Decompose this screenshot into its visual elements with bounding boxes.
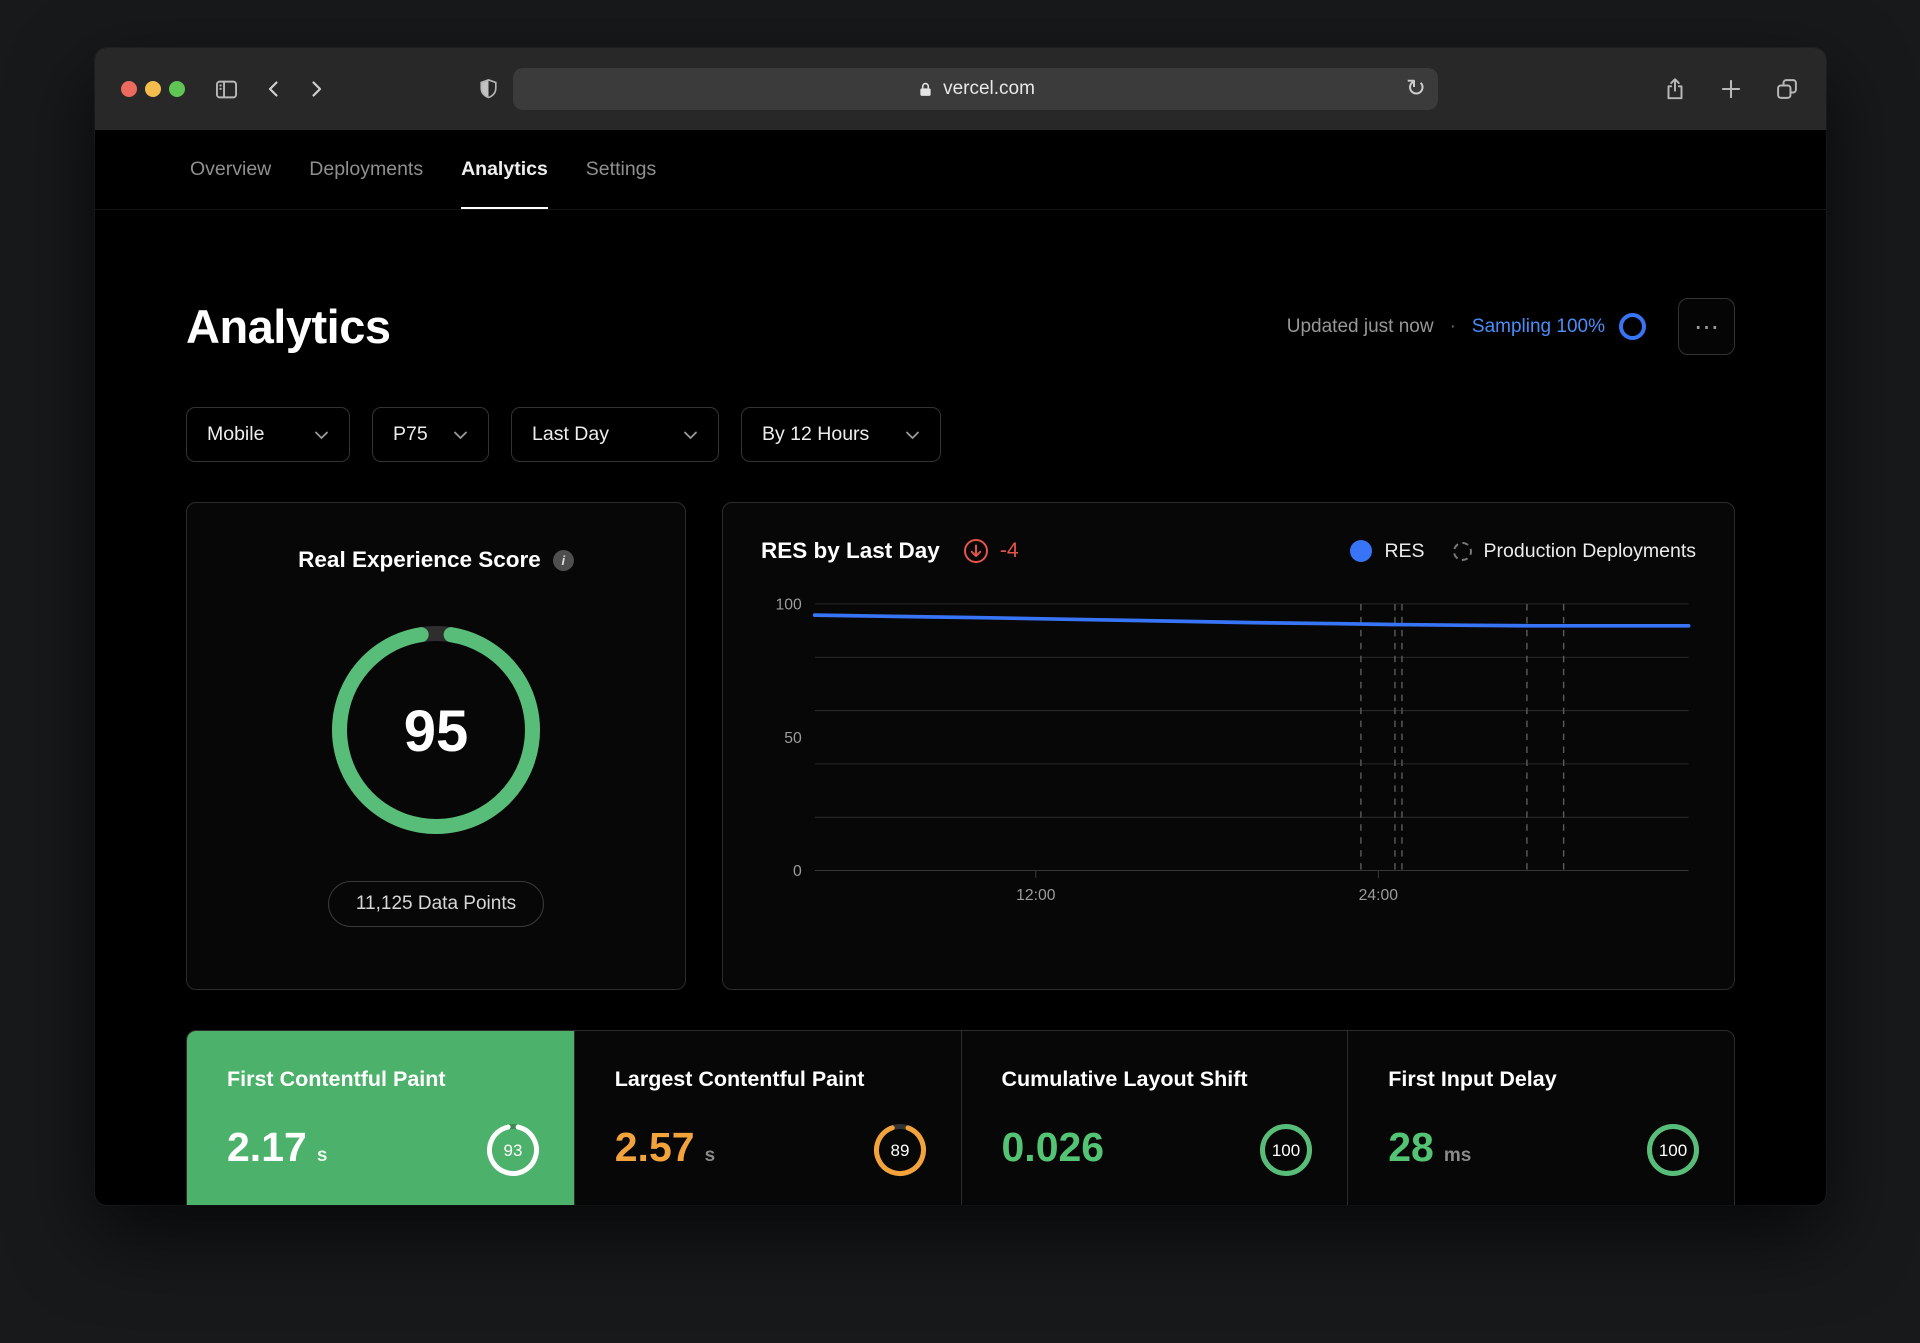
svg-text:89: 89 [890, 1141, 909, 1160]
time-range-dropdown[interactable]: Last Day [511, 407, 719, 462]
chevron-down-icon [684, 431, 697, 439]
score-ring-icon: 93 [486, 1124, 539, 1176]
chrome-right-icons [1662, 76, 1800, 102]
svg-text:100: 100 [1272, 1141, 1300, 1160]
svg-text:95: 95 [404, 699, 469, 764]
back-icon[interactable] [262, 77, 286, 101]
chart-legend: RES Production Deployments [1350, 540, 1696, 563]
legend-item-deployments[interactable]: Production Deployments [1452, 540, 1696, 563]
page-title: Analytics [186, 300, 391, 353]
metric-value: 0.026 [1001, 1124, 1105, 1170]
chevron-down-icon [315, 431, 328, 439]
reload-icon[interactable]: ↻ [1406, 68, 1426, 110]
res-line-chart: 0 50 100 12:00 24:00 [776, 597, 1691, 904]
res-chart-card: RES by Last Day -4 RES Production Deploy… [722, 502, 1735, 990]
svg-text:12:00: 12:00 [1016, 887, 1056, 904]
sidebar-toggle-icon[interactable] [213, 76, 240, 103]
chart-header: RES by Last Day -4 RES Production Deploy… [761, 537, 1696, 565]
tab-overview-icon[interactable] [1774, 76, 1800, 102]
tab-overview[interactable]: Overview [190, 130, 271, 209]
res-score-gauge: 95 [331, 625, 541, 835]
grouping-dropdown[interactable]: By 12 Hours [741, 407, 941, 462]
time-range-dropdown-value: Last Day [532, 423, 609, 445]
score-ring-icon: 100 [1260, 1124, 1313, 1176]
tab-analytics[interactable]: Analytics [461, 130, 548, 209]
svg-text:100: 100 [776, 597, 802, 614]
sampling-link[interactable]: Sampling 100% [1472, 316, 1605, 338]
metric-card-largest-contentful-paint[interactable]: Largest Contentful Paint 2.57 s 89 [573, 1031, 961, 1205]
svg-text:93: 93 [503, 1141, 522, 1160]
privacy-shield-icon[interactable] [476, 77, 501, 102]
web-vitals-row: First Contentful Paint 2.17 s 93 Largest… [186, 1030, 1735, 1205]
site-navbar: Overview Deployments Analytics Settings [95, 130, 1826, 210]
metric-value: 2.57 [614, 1124, 695, 1170]
data-points-badge: 11,125 Data Points [327, 881, 545, 927]
address-bar[interactable]: vercel.com ↻ [513, 68, 1438, 110]
sampling-indicator-icon [1619, 313, 1646, 340]
deployments-dashed-circle-icon [1452, 541, 1472, 561]
res-delta-value: -4 [999, 539, 1019, 562]
minimize-window-button[interactable] [145, 81, 161, 97]
res-series-dot-icon [1350, 540, 1373, 562]
trend-down-icon [962, 537, 990, 565]
info-icon[interactable]: i [552, 549, 574, 571]
url-text: vercel.com [943, 78, 1035, 99]
metric-value: 28 [1388, 1124, 1434, 1170]
metric-value: 2.17 [227, 1124, 307, 1170]
percentile-dropdown[interactable]: P75 [372, 407, 489, 462]
percentile-dropdown-value: P75 [393, 423, 428, 445]
score-ring-icon: 89 [873, 1124, 926, 1176]
close-window-button[interactable] [121, 81, 137, 97]
metric-card-first-contentful-paint[interactable]: First Contentful Paint 2.17 s 93 [187, 1031, 574, 1205]
updated-status: Updated just now [1286, 315, 1434, 337]
svg-text:50: 50 [784, 730, 802, 747]
more-options-button[interactable]: ⋯ [1678, 298, 1735, 355]
tab-settings[interactable]: Settings [586, 130, 656, 209]
filters-row: Mobile P75 Last Day By 12 Hours [186, 407, 1735, 462]
grouping-dropdown-value: By 12 Hours [762, 423, 870, 445]
metric-card-first-input-delay[interactable]: First Input Delay 28 ms 100 [1347, 1031, 1734, 1205]
res-card-title: Real Experience Score [298, 547, 541, 572]
metric-unit: ms [1443, 1145, 1472, 1166]
tab-deployments[interactable]: Deployments [309, 130, 423, 209]
chart-title: RES by Last Day [761, 538, 940, 563]
svg-text:24:00: 24:00 [1359, 887, 1399, 904]
score-ring-icon: 100 [1647, 1124, 1699, 1176]
svg-text:0: 0 [793, 863, 802, 880]
real-experience-score-card: Real Experience Score i 95 11,125 Data P… [186, 502, 686, 990]
analytics-page: Analytics Updated just now · Sampling 10… [95, 298, 1826, 1205]
legend-item-res[interactable]: RES [1350, 540, 1425, 563]
metric-unit: s [704, 1145, 716, 1166]
cards-row: Real Experience Score i 95 11,125 Data P… [186, 502, 1735, 990]
dot-separator: · [1449, 315, 1456, 337]
forward-icon[interactable] [304, 77, 328, 101]
browser-window: vercel.com ↻ Overview Deployments Analyt… [95, 48, 1826, 1205]
chevron-down-icon [454, 431, 467, 439]
lock-icon [920, 82, 931, 96]
zoom-window-button[interactable] [169, 81, 185, 97]
share-icon[interactable] [1662, 76, 1688, 102]
device-dropdown-value: Mobile [207, 423, 265, 445]
page-header: Analytics Updated just now · Sampling 10… [186, 298, 1735, 355]
metric-unit: s [316, 1145, 328, 1166]
metric-card-cumulative-layout-shift[interactable]: Cumulative Layout Shift 0.026 100 [960, 1031, 1348, 1205]
svg-text:100: 100 [1659, 1141, 1687, 1160]
chevron-down-icon [906, 431, 919, 439]
browser-chrome: vercel.com ↻ [95, 48, 1826, 130]
device-dropdown[interactable]: Mobile [186, 407, 350, 462]
new-tab-icon[interactable] [1718, 76, 1744, 102]
traffic-lights [121, 81, 185, 97]
header-status: Updated just now · Sampling 100% ⋯ [1287, 298, 1735, 355]
